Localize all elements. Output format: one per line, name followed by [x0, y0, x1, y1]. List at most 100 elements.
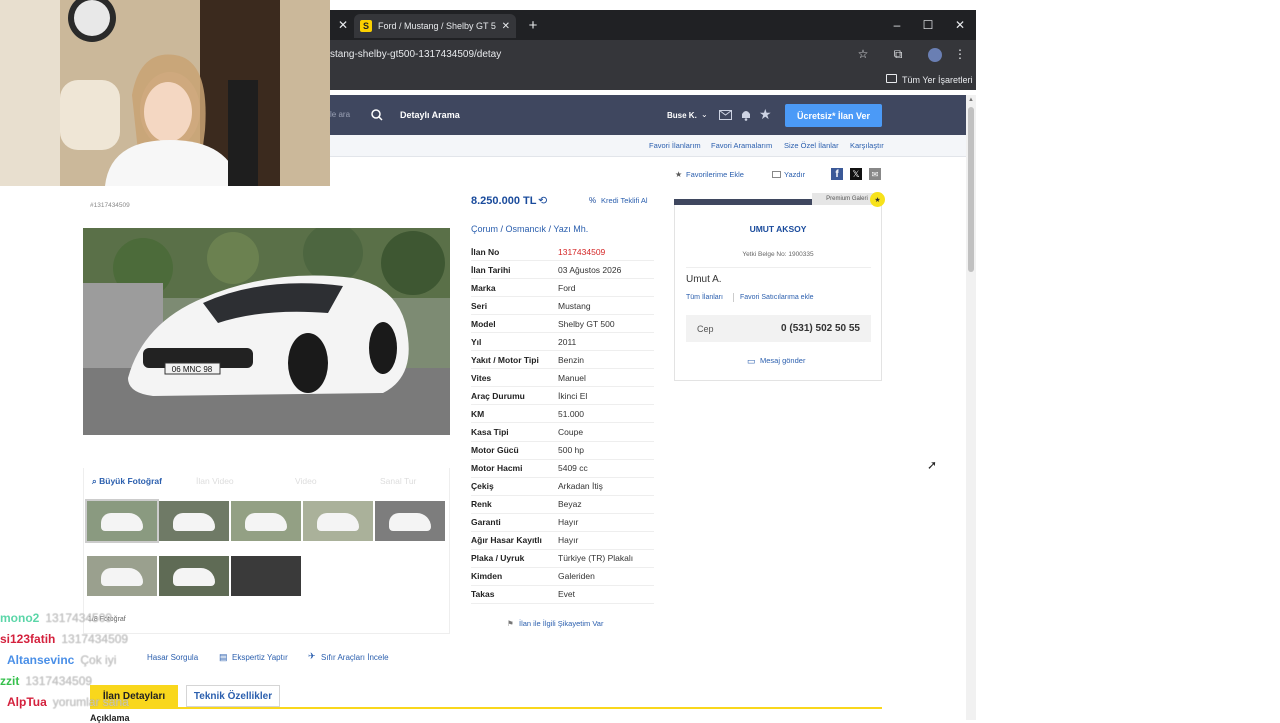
- phone-label: Cep: [697, 323, 714, 334]
- scrollbar-thumb[interactable]: [968, 107, 974, 272]
- spec-row: Renk Beyaz: [471, 496, 654, 514]
- spec-value: İkinci El: [558, 390, 588, 401]
- x-share-icon[interactable]: 𝕏: [850, 168, 862, 180]
- chat-username: AlpTua: [7, 695, 47, 709]
- facebook-icon[interactable]: f: [831, 168, 843, 180]
- add-favorite-seller-link[interactable]: Favori Satıcılarıma ekle: [740, 294, 814, 301]
- divider: [733, 293, 734, 302]
- description-heading: Açıklama: [90, 713, 130, 723]
- spec-key: Araç Durumu: [471, 390, 525, 401]
- spec-row: Seri Mustang: [471, 297, 654, 316]
- user-menu[interactable]: Buse K.: [667, 111, 697, 120]
- location-district[interactable]: Osmancık: [506, 224, 547, 234]
- price-history-icon[interactable]: ⟲: [538, 194, 547, 207]
- spec-key: Ağır Hasar Kayıtlı: [471, 535, 542, 546]
- car-icon: ✈: [308, 651, 316, 661]
- chat-message: si123fatih 1317434509: [0, 632, 128, 646]
- photo-thumbnail[interactable]: [159, 501, 229, 541]
- photo-thumbnail[interactable]: [159, 556, 229, 596]
- spec-value: 5409 cc: [558, 463, 588, 474]
- special-listings-link[interactable]: Size Özel İlanlar: [784, 141, 839, 150]
- tab-large-photo[interactable]: ⌕ Büyük Fotoğraf: [92, 476, 162, 487]
- seller-store-name[interactable]: UMUT AKSOY: [674, 224, 882, 234]
- expertise-link[interactable]: Ekspertiz Yaptır: [232, 653, 288, 662]
- new-tab-icon[interactable]: +: [526, 17, 540, 34]
- chat-username: si123fatih: [0, 632, 56, 646]
- chat-message: Altansevinc Çok iyi: [7, 653, 116, 667]
- favorite-searches-link[interactable]: Favori Aramalarım: [711, 141, 772, 150]
- spec-key: Vites: [471, 372, 492, 383]
- damage-query-link[interactable]: Hasar Sorgula: [147, 653, 198, 662]
- email-share-icon[interactable]: ✉: [869, 168, 881, 180]
- chat-username: mono2: [0, 611, 40, 625]
- divider: [686, 267, 871, 268]
- spec-row: Araç Durumu İkinci El: [471, 387, 654, 406]
- chevron-down-icon[interactable]: ⌄: [701, 110, 708, 119]
- minimize-icon[interactable]: –: [890, 17, 904, 33]
- all-bookmarks-label[interactable]: Tüm Yer İşaretleri: [902, 75, 973, 85]
- compare-link[interactable]: Karşılaştır: [850, 141, 884, 150]
- tab-virtual-tour[interactable]: Sanal Tur: [380, 476, 416, 486]
- print-link[interactable]: Yazdır: [784, 170, 805, 179]
- phone-box[interactable]: Cep 0 (531) 502 50 55: [686, 315, 871, 342]
- location-neighborhood[interactable]: Yazı Mh.: [553, 224, 588, 234]
- flag-icon: ⚑: [507, 619, 514, 628]
- tab-video[interactable]: Video: [295, 476, 317, 486]
- spec-value: Hayır: [558, 535, 579, 546]
- photo-thumbnail[interactable]: [231, 556, 301, 596]
- url-text[interactable]: stang-shelby-gt500-1317434509/detay: [330, 49, 501, 60]
- window-close-icon[interactable]: ✕: [953, 17, 967, 33]
- main-car-photo[interactable]: 06 MNC 98: [83, 228, 450, 435]
- browser-menu-icon[interactable]: ⋮: [953, 46, 967, 62]
- browser-tab[interactable]: S Ford / Mustang / Shelby GT 500 ✕: [354, 14, 516, 38]
- complaint-link[interactable]: İlan ile İlgili Şikayetim Var: [519, 619, 603, 628]
- detailed-search-link[interactable]: Detaylı Arama: [400, 110, 460, 120]
- photo-thumbnail[interactable]: [303, 501, 373, 541]
- post-ad-button[interactable]: Ücretsiz* İlan Ver: [785, 104, 882, 127]
- spec-row: Motor Hacmi 5409 cc: [471, 460, 654, 478]
- mail-icon[interactable]: [719, 110, 732, 120]
- photo-thumbnail[interactable]: [231, 501, 301, 541]
- scroll-up-icon[interactable]: ▲: [968, 97, 974, 103]
- tab-technical-specs[interactable]: Teknik Özellikler: [186, 685, 280, 707]
- all-listings-link[interactable]: Tüm İlanları: [686, 294, 723, 301]
- spec-row: İlan No 1317434509: [471, 243, 654, 262]
- star-icon[interactable]: ★: [759, 106, 772, 123]
- profile-avatar[interactable]: [928, 48, 942, 62]
- extensions-icon[interactable]: ⧉: [890, 46, 906, 62]
- spec-key: Kimden: [471, 571, 503, 582]
- spec-value: 2011: [558, 336, 577, 347]
- photo-thumbnail[interactable]: [375, 501, 445, 541]
- search-input[interactable]: le ara: [330, 110, 350, 119]
- photo-thumbnail[interactable]: [87, 556, 157, 596]
- chat-text: Çok iyi: [80, 653, 117, 667]
- webcam-overlay: [0, 0, 330, 186]
- credit-offer-link[interactable]: Kredi Teklifi Al: [601, 196, 648, 205]
- bookmark-star-icon[interactable]: ☆: [855, 46, 871, 62]
- favorites-star-icon[interactable]: ★: [675, 170, 682, 179]
- bell-icon[interactable]: [740, 109, 752, 121]
- send-message-link[interactable]: Mesaj gönder: [760, 356, 805, 365]
- tab-underline: [90, 707, 882, 709]
- add-to-favorites-link[interactable]: Favorilerime Ekle: [686, 170, 744, 179]
- print-icon[interactable]: [772, 171, 781, 178]
- car-image: 06 MNC 98: [83, 228, 450, 435]
- tab-listing-video[interactable]: İlan Video: [196, 476, 234, 486]
- car-shape: [101, 513, 143, 531]
- new-cars-link[interactable]: Sıfır Araçları İncele: [321, 653, 389, 662]
- license-plate: 06 MNC 98: [172, 365, 213, 374]
- spec-row: Kasa Tipi Coupe: [471, 423, 654, 442]
- favorite-listings-link[interactable]: Favori İlanlarım: [649, 141, 701, 150]
- spec-value: Türkiye (TR) Plakalı: [558, 553, 634, 564]
- close-prev-tab-icon[interactable]: ✕: [336, 18, 350, 32]
- location-city[interactable]: Çorum: [471, 224, 498, 234]
- webcam-image: [0, 0, 330, 186]
- photo-gallery: [83, 468, 450, 634]
- spec-value: Arkadan İtiş: [558, 481, 603, 492]
- message-icon: ▭: [747, 356, 756, 366]
- close-tab-icon[interactable]: ✕: [502, 21, 510, 32]
- maximize-icon[interactable]: ☐: [921, 17, 935, 33]
- phone-number[interactable]: 0 (531) 502 50 55: [781, 323, 860, 334]
- photo-thumbnail[interactable]: [85, 499, 159, 543]
- search-icon[interactable]: [371, 109, 383, 121]
